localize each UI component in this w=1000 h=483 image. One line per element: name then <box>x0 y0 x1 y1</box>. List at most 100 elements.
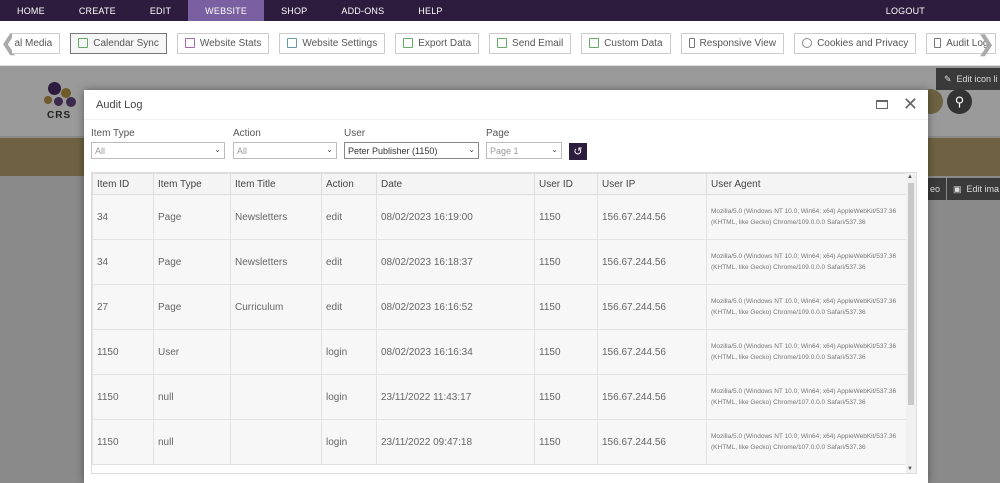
cell-item-type: User <box>153 329 231 375</box>
audit-table: Item ID Item Type Item Title Action Date… <box>92 173 908 465</box>
table-row[interactable]: 34 Page Newsletters edit 08/02/2023 16:1… <box>92 194 908 240</box>
custom-data-icon <box>589 38 600 48</box>
settings-icon <box>287 38 298 48</box>
cookie-icon <box>802 38 813 48</box>
cell-date: 08/02/2023 16:19:00 <box>376 194 535 240</box>
cell-user-ip: 156.67.244.56 <box>597 374 707 420</box>
nav-help[interactable]: HELP <box>401 0 459 21</box>
top-navigation: HOME CREATE EDIT WEBSITE SHOP ADD-ONS HE… <box>0 0 1000 21</box>
cell-user-id: 1150 <box>534 284 598 330</box>
toolbar-button-label: Calendar Sync <box>93 37 159 49</box>
toolbar-responsive-view-button[interactable]: Responsive View <box>680 32 785 54</box>
col-user-ip[interactable]: User IP <box>597 173 707 195</box>
page-filter: Page Page 1 ⌄ <box>486 128 562 159</box>
scroll-up-icon[interactable]: ▲ <box>907 174 913 180</box>
cell-item-title: Newsletters <box>230 239 322 285</box>
cell-user-agent: Mozilla/5.0 (Windows NT 10.0; Win64; x64… <box>706 374 908 420</box>
cell-item-title: Newsletters <box>230 194 322 240</box>
search-icon[interactable]: ⚲ <box>947 89 972 114</box>
table-row[interactable]: 1150 null login 23/11/2022 09:47:18 1150… <box>92 419 908 465</box>
chevron-down-icon: ⌄ <box>551 145 558 154</box>
image-icon: ▣ <box>953 183 962 194</box>
close-icon[interactable]: ✕ <box>903 94 918 115</box>
table-row[interactable]: 1150 null login 23/11/2022 11:43:17 1150… <box>92 374 908 420</box>
nav-website[interactable]: WEBSITE <box>188 0 265 21</box>
user-select[interactable]: Peter Publisher (1150) ⌄ <box>344 142 479 159</box>
cell-user-id: 1150 <box>534 239 598 285</box>
nav-create[interactable]: CREATE <box>62 0 133 21</box>
action-filter: Action All ⌄ <box>233 128 337 159</box>
scroll-down-icon[interactable]: ▼ <box>907 466 913 472</box>
nav-edit[interactable]: EDIT <box>133 0 188 21</box>
logo-text: CRS <box>47 110 72 121</box>
cell-user-ip: 156.67.244.56 <box>597 419 707 465</box>
page-value: Page 1 <box>490 145 519 156</box>
table-row[interactable]: 1150 User login 08/02/2023 16:16:34 1150… <box>92 329 908 375</box>
item-type-select[interactable]: All ⌄ <box>91 142 225 159</box>
col-user-id[interactable]: User ID <box>534 173 598 195</box>
cell-item-type: Page <box>153 284 231 330</box>
cell-user-agent: Mozilla/5.0 (Windows NT 10.0; Win64; x64… <box>706 329 908 375</box>
logout-link[interactable]: LOGOUT <box>869 0 942 21</box>
item-type-label: Item Type <box>91 128 135 139</box>
nav-add-ons[interactable]: ADD-ONS <box>324 0 401 21</box>
edit-image-button[interactable]: ▣ Edit ima <box>947 178 1000 200</box>
col-item-id[interactable]: Item ID <box>92 173 154 195</box>
side-video-button[interactable]: eo <box>928 178 946 200</box>
cell-item-id: 34 <box>92 194 154 240</box>
cell-item-type: Page <box>153 194 231 240</box>
edit-icon-button[interactable]: ✎ Edit icon li <box>936 68 1000 90</box>
modal-header: Audit Log ✕ <box>84 90 928 120</box>
col-date[interactable]: Date <box>376 173 535 195</box>
toolbar-website-stats-button[interactable]: Website Stats <box>176 32 270 54</box>
table-row[interactable]: 34 Page Newsletters edit 08/02/2023 16:1… <box>92 239 908 285</box>
page-select[interactable]: Page 1 ⌄ <box>486 142 562 159</box>
nav-shop[interactable]: SHOP <box>264 0 324 21</box>
toolbar-calendar-sync-button[interactable]: Calendar Sync <box>70 32 167 54</box>
col-action[interactable]: Action <box>321 173 377 195</box>
toolbar-button-label: al Media <box>14 37 53 49</box>
toolbar-right-arrow-icon[interactable]: ❯ <box>972 21 1000 66</box>
user-label: User <box>344 128 366 139</box>
table-scrollbar[interactable]: ▲ ▼ <box>906 173 916 473</box>
toolbar-button-label: Export Data <box>418 37 472 49</box>
col-item-type[interactable]: Item Type <box>153 173 231 195</box>
filter-bar: Item Type All ⌄ Action All ⌄ User Peter Pu… <box>91 128 921 164</box>
cell-user-agent: Mozilla/5.0 (Windows NT 10.0; Win64; x64… <box>706 239 908 285</box>
modal-title: Audit Log <box>96 98 143 111</box>
side-label: eo <box>930 184 941 194</box>
edit-icon-label: Edit icon li <box>956 74 998 84</box>
toolbar-send-email-button[interactable]: Send Email <box>489 32 572 54</box>
cell-date: 08/02/2023 16:18:37 <box>376 239 535 285</box>
cell-date: 08/02/2023 16:16:52 <box>376 284 535 330</box>
cell-user-ip: 156.67.244.56 <box>597 329 707 375</box>
maximize-icon[interactable] <box>876 100 888 109</box>
col-user-agent[interactable]: User Agent <box>706 173 908 195</box>
toolbar-export-data-button[interactable]: Export Data <box>395 32 480 54</box>
chevron-down-icon: ⌄ <box>214 145 221 154</box>
col-item-title[interactable]: Item Title <box>230 173 322 195</box>
cell-item-title: Curriculum <box>230 284 322 330</box>
table-row[interactable]: 27 Page Curriculum edit 08/02/2023 16:16… <box>92 284 908 330</box>
action-select[interactable]: All ⌄ <box>233 142 337 159</box>
refresh-icon[interactable]: ↺ <box>569 143 587 160</box>
toolbar-website-settings-button[interactable]: Website Settings <box>279 32 386 54</box>
toolbar-social-media-button[interactable]: al Media <box>12 32 61 54</box>
cell-date: 23/11/2022 11:43:17 <box>376 374 535 420</box>
cell-action: login <box>321 329 377 375</box>
toolbar-button-label: Website Stats <box>199 37 262 49</box>
cell-item-type: Page <box>153 239 231 285</box>
toolbar-button-label: Website Settings <box>302 37 378 49</box>
item-type-value: All <box>95 145 106 156</box>
cell-item-id: 1150 <box>92 419 154 465</box>
action-value: All <box>237 145 248 156</box>
toolbar-custom-data-button[interactable]: Custom Data <box>581 32 671 54</box>
user-value: Peter Publisher (1150) <box>348 145 438 156</box>
nav-home[interactable]: HOME <box>0 0 62 21</box>
stats-icon <box>184 38 195 48</box>
toolbar-cookies-privacy-button[interactable]: Cookies and Privacy <box>794 32 917 54</box>
scrollbar-thumb[interactable] <box>908 183 914 405</box>
cell-user-ip: 156.67.244.56 <box>597 194 707 240</box>
toolbar-button-label: Send Email <box>512 37 564 49</box>
cell-action: login <box>321 419 377 465</box>
